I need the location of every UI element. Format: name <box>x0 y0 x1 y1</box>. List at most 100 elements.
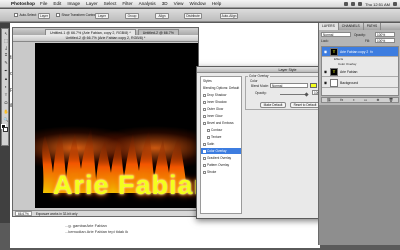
background-color-swatch[interactable] <box>3 127 8 132</box>
visibility-eye-icon[interactable]: ◉ <box>323 80 328 85</box>
menu-app-name[interactable]: Photoshop <box>11 1 35 6</box>
style-item[interactable]: Pattern Overlay <box>201 162 241 168</box>
style-checkbox[interactable] <box>203 156 206 160</box>
menu-select[interactable]: Select <box>104 1 117 6</box>
group-title: Color <box>250 79 258 83</box>
spotlight-search-icon[interactable] <box>393 2 397 6</box>
sharpen-tool-icon[interactable]: ▲ <box>3 76 9 81</box>
menu-image[interactable]: Image <box>67 1 80 6</box>
checkbox-box[interactable] <box>14 13 18 17</box>
style-item[interactable]: Inner Glow <box>201 113 241 119</box>
style-checkbox[interactable] <box>207 135 210 139</box>
lasso-tool-icon[interactable]: ʆ <box>3 45 9 50</box>
menu-analysis[interactable]: Analysis <box>139 1 156 6</box>
style-item[interactable]: Inner Shadow <box>201 99 241 105</box>
canvas[interactable]: Arie Fabian <box>35 43 198 208</box>
link-layers-icon[interactable]: ⛓ <box>327 98 332 102</box>
group-button[interactable]: Group <box>125 12 139 19</box>
hand-tool-icon[interactable]: ✋ <box>3 109 9 114</box>
style-checkbox[interactable] <box>203 163 206 167</box>
menu-filter[interactable]: Filter <box>122 1 132 6</box>
style-checkbox[interactable] <box>203 142 206 146</box>
layer-name[interactable]: Arie Fabian <box>340 70 357 74</box>
layer-name[interactable]: Background <box>340 81 358 85</box>
align-button[interactable]: Align <box>155 12 169 19</box>
make-default-button[interactable]: Make Default <box>260 102 286 108</box>
auto-select-checkbox[interactable]: Auto-Select: <box>14 13 37 17</box>
distribute-button[interactable]: Distribute <box>184 12 202 19</box>
style-checkbox[interactable] <box>203 114 206 118</box>
blend-mode-select[interactable]: Normal <box>270 83 308 88</box>
style-item-label: Inner Glow <box>207 114 223 118</box>
layer-row[interactable]: ◉ T Arie Fabian <box>322 67 398 77</box>
menu-edit[interactable]: Edit <box>53 1 61 6</box>
style-item[interactable]: Texture <box>201 134 241 140</box>
transform-controls-checkbox[interactable]: Show Transform Controls <box>56 13 97 17</box>
menubar-clock[interactable]: Thu 12:51 AM <box>365 2 390 7</box>
style-item[interactable]: Outer Glow <box>201 106 241 112</box>
layer-row[interactable]: ◉ T Arie Fabian copy 2 fx <box>322 47 398 57</box>
style-item[interactable]: Satin <box>201 141 241 147</box>
brush-tool-icon[interactable]: ✎ <box>3 60 9 65</box>
style-item[interactable]: Styles <box>201 78 241 84</box>
visibility-eye-icon[interactable]: ◉ <box>323 49 328 54</box>
opacity-slider-handle[interactable] <box>304 92 309 97</box>
style-checkbox[interactable] <box>207 128 210 132</box>
layers-panel-tabs: LAYERS CHANNELS PATHS <box>319 23 400 30</box>
trash-icon[interactable]: 🗑 <box>389 98 394 102</box>
overlay-color-swatch[interactable] <box>310 83 317 88</box>
marquee-tool-icon[interactable]: ⬚ <box>3 38 9 43</box>
layer-fx-badge[interactable]: fx <box>370 50 373 54</box>
style-item-label: Color Overlay <box>207 149 227 153</box>
add-style-icon[interactable]: fx <box>340 98 343 102</box>
new-group-icon[interactable]: ▭ <box>364 98 367 102</box>
auto-select-dropdown[interactable]: Layer <box>38 12 50 19</box>
style-checkbox[interactable] <box>203 93 206 97</box>
fill-input[interactable]: 100% <box>375 38 395 43</box>
tab-layers[interactable]: LAYERS <box>319 23 339 30</box>
tab-channels[interactable]: CHANNELS <box>339 23 364 30</box>
style-item[interactable]: Blending Options: Default <box>201 85 241 91</box>
style-item[interactable]: Drop Shadow <box>201 92 241 98</box>
style-checkbox[interactable] <box>203 100 206 104</box>
volume-icon[interactable] <box>351 2 356 6</box>
style-item[interactable]: Color Overlay <box>201 148 241 154</box>
auto-align-button[interactable]: Auto-Align <box>220 12 238 19</box>
zoom-tool-icon[interactable]: 🔍 <box>3 117 9 122</box>
menu-layer[interactable]: Layer <box>86 1 98 6</box>
style-checkbox[interactable] <box>203 170 206 174</box>
crop-tool-icon[interactable]: ⌗ <box>3 52 9 57</box>
battery-icon[interactable] <box>358 2 363 6</box>
menu-window[interactable]: Window <box>189 1 205 6</box>
style-checkbox[interactable] <box>203 149 206 153</box>
new-layer-icon[interactable]: ⊕ <box>376 98 379 102</box>
reset-default-button[interactable]: Reset to Default <box>290 102 320 108</box>
dodge-tool-icon[interactable]: ◐ <box>3 84 9 89</box>
style-checkbox[interactable] <box>203 121 206 125</box>
layer-button[interactable]: Layer <box>95 12 109 19</box>
style-checkbox[interactable] <box>203 107 206 111</box>
move-tool-icon[interactable]: ↖ <box>3 31 9 36</box>
shape-tool-icon[interactable]: ⬭ <box>3 100 9 105</box>
layer-opacity-input[interactable]: 100% <box>375 32 395 37</box>
menu-help[interactable]: Help <box>212 1 221 6</box>
pen-tool-icon[interactable]: ✒ <box>3 68 9 73</box>
zoom-level[interactable]: 66.67% <box>15 211 32 216</box>
layer-name[interactable]: Arie Fabian copy 2 <box>340 50 368 54</box>
transform-controls-label: Show Transform Controls <box>61 13 98 17</box>
style-item[interactable]: Gradient Overlay <box>201 155 241 161</box>
menu-file[interactable]: File <box>40 1 47 6</box>
wifi-icon[interactable] <box>344 2 349 6</box>
layer-row[interactable]: ◉ Background <box>322 78 398 88</box>
layer-blend-mode-select[interactable]: Normal <box>321 32 351 37</box>
type-tool-icon[interactable]: T <box>3 92 9 97</box>
menu-3d[interactable]: 3D <box>162 1 168 6</box>
tab-paths[interactable]: PATHS <box>364 23 382 30</box>
style-item[interactable]: Contour <box>201 127 241 133</box>
style-item[interactable]: Stroke <box>201 169 241 175</box>
menu-view[interactable]: View <box>174 1 184 6</box>
adjustment-layer-icon[interactable]: ◑ <box>352 98 354 102</box>
visibility-eye-icon[interactable]: ◉ <box>323 69 328 74</box>
style-item[interactable]: Bevel and Emboss <box>201 120 241 126</box>
checkbox-box[interactable] <box>56 13 60 17</box>
